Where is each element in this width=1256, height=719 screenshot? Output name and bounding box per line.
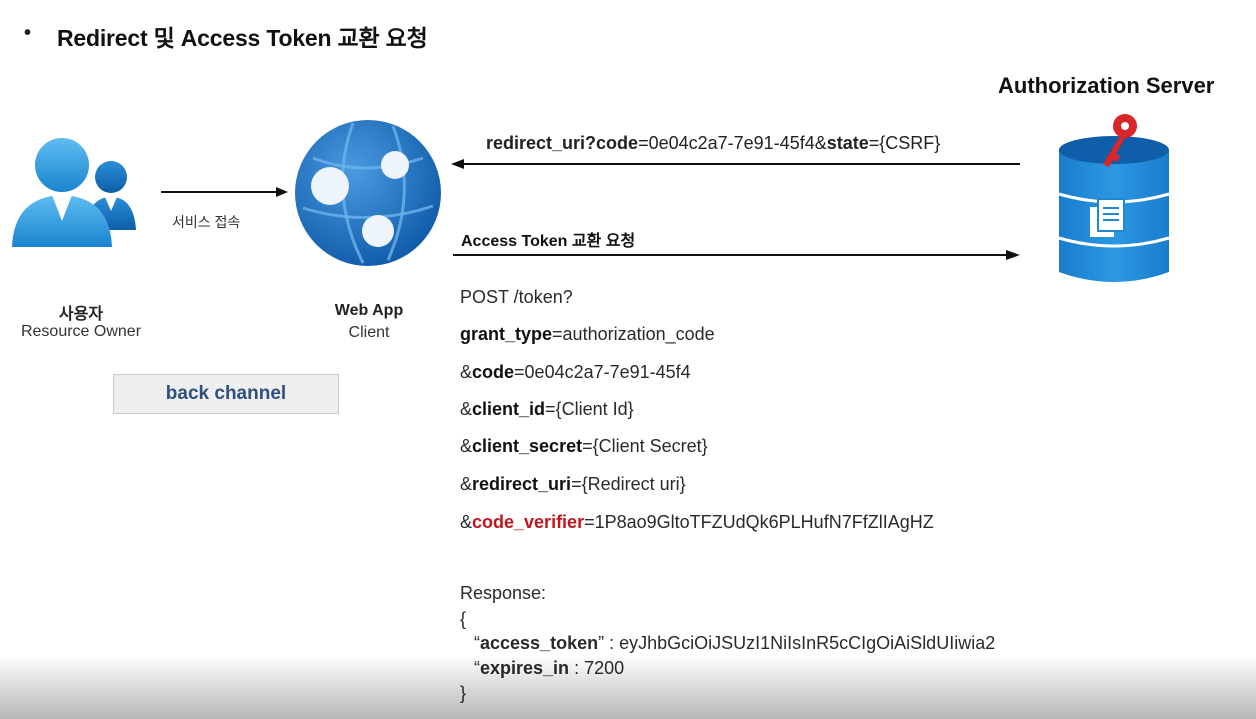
database-key-icon xyxy=(1058,114,1170,282)
redirect-value-code: =0e04c2a7-7e91-45f4& xyxy=(638,133,827,153)
redirect-value-state: ={CSRF} xyxy=(868,133,941,153)
service-access-arrow xyxy=(161,187,288,197)
title-bullet: • xyxy=(24,22,32,44)
auth-server-title: Authorization Server xyxy=(998,73,1215,98)
response-access-token: “access_token” : eyJhbGciOiJSUzI1NiIsInR… xyxy=(474,633,996,653)
user-name: 사용자 xyxy=(58,306,104,323)
web-app-globe-icon xyxy=(295,120,441,266)
param-client-secret: &client_secret={Client Secret} xyxy=(460,436,708,456)
bottom-shade xyxy=(0,655,1256,719)
param-client-id: &client_id={Client Id} xyxy=(460,399,634,419)
webapp-name: Web App xyxy=(334,302,404,319)
redirect-key-state: state xyxy=(826,133,869,153)
response-open-brace: { xyxy=(460,609,467,629)
token-request-arrow xyxy=(453,250,1020,260)
webapp-role: Client xyxy=(348,324,390,341)
redirect-uri-text: redirect_uri?code=0e04c2a7-7e91-45f4&sta… xyxy=(486,133,940,154)
request-line: POST /token? xyxy=(460,287,573,307)
slide-title: Redirect 및 Access Token 교환 요청 xyxy=(57,25,428,51)
response-close-brace: } xyxy=(460,683,467,703)
param-grant-type: grant_type=authorization_code xyxy=(460,324,715,344)
redirect-arrow xyxy=(451,159,1020,169)
back-channel-label: back channel xyxy=(113,374,339,414)
user-role: Resource Owner xyxy=(20,323,142,340)
param-redirect-uri: &redirect_uri={Redirect uri} xyxy=(460,474,686,494)
response-expires-in: “expires_in : 7200 xyxy=(474,658,625,678)
service-access-label: 서비스 접속 xyxy=(172,214,241,230)
param-code: &code=0e04c2a7-7e91-45f4 xyxy=(460,362,691,382)
response-label: Response: xyxy=(460,583,547,603)
param-code-verifier: &code_verifier=1P8ao9GltoTFZUdQk6PLHufN7… xyxy=(460,512,934,532)
user-group-icon xyxy=(12,138,136,247)
redirect-key-code: redirect_uri?code xyxy=(486,133,639,153)
